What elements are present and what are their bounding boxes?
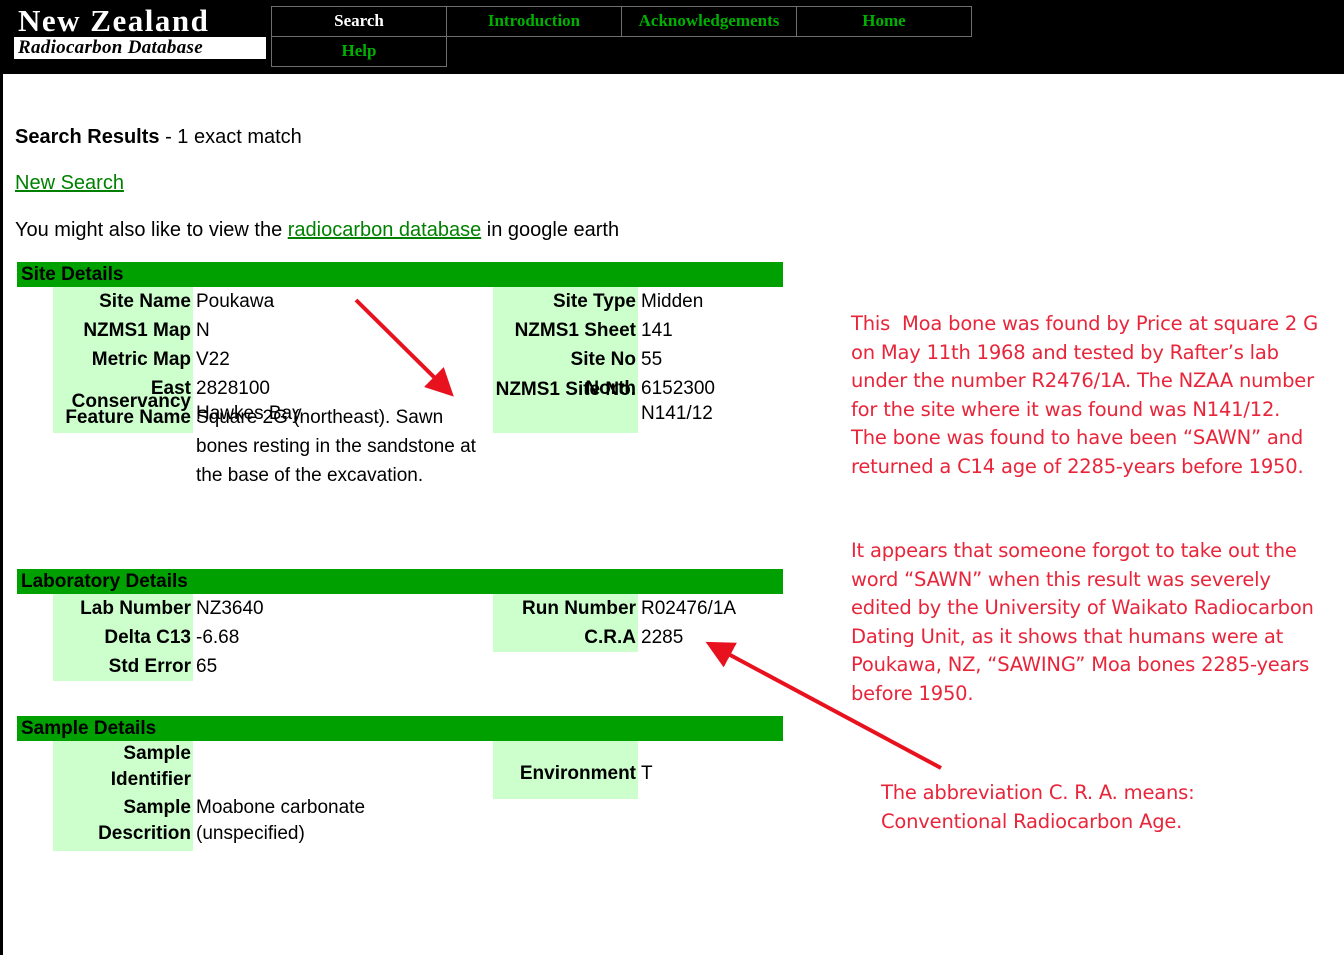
- main-navigation: Search Introduction Acknowledgements Hom…: [271, 6, 972, 67]
- field-sample-identifier: Sample Identifier: [53, 741, 493, 793]
- field-label: NZMS1 Map: [83, 320, 191, 341]
- field-sample-descrition: Sample Descrition Moabone carbonate (uns…: [53, 795, 493, 847]
- section-body-laboratory-details: Lab Number NZ3640 Delta C13 -6.68 Std Er…: [17, 594, 783, 681]
- field-conservancy: Conservancy Hawkes Bay: [53, 387, 302, 428]
- laboratory-left-column: Lab Number NZ3640 Delta C13 -6.68 Std Er…: [53, 594, 493, 681]
- site-logo: New Zealand Radiocarbon Database: [14, 5, 266, 61]
- field-label: Sample Identifier: [110, 743, 191, 790]
- field-value: NZ3640: [196, 598, 264, 619]
- field-label: Metric Map: [91, 349, 191, 370]
- section-body-sample-details: Sample Identifier Sample Descrition Moab…: [17, 741, 783, 851]
- field-value: -6.68: [196, 627, 240, 648]
- logo-title-line1: New Zealand: [18, 3, 210, 38]
- nav-item-help[interactable]: Help: [271, 36, 447, 67]
- logo-title-line2: Radiocarbon Database: [14, 37, 266, 59]
- page-root: New Zealand Radiocarbon Database Search …: [0, 0, 1344, 955]
- field-label: Conservancy: [71, 391, 191, 412]
- field-value: N141/12: [641, 403, 713, 424]
- search-results-count: 1 exact match: [177, 126, 302, 148]
- field-value: 55: [641, 349, 663, 370]
- field-lab-number: Lab Number NZ3640: [53, 594, 493, 623]
- field-value: Moabone carbonate (unspecified): [196, 797, 366, 844]
- field-nzms1-site-no: NZMS1 Site No. N141/12: [493, 377, 713, 428]
- site-header: New Zealand Radiocarbon Database Search …: [0, 0, 1344, 74]
- annotation-note-1: This Moa bone was found by Price at squa…: [851, 312, 1318, 478]
- field-std-error: Std Error 65: [53, 652, 493, 681]
- section-body-site-details: Site Name Poukawa NZMS1 Map N Metric Map…: [17, 287, 783, 486]
- section-header-site-details: Site Details: [17, 262, 783, 287]
- field-value: 65: [196, 656, 218, 677]
- field-label: NZMS1 Site No.: [495, 379, 636, 400]
- field-metric-map: Metric Map V22: [53, 345, 493, 374]
- field-cra: C.R.A 2285: [493, 623, 783, 652]
- field-nzms1-map: NZMS1 Map N: [53, 316, 493, 345]
- field-value: 2285: [641, 627, 684, 648]
- nav-spacer-2: [622, 37, 797, 67]
- field-label: Delta C13: [104, 627, 191, 648]
- nav-spacer-1: [447, 37, 622, 67]
- nav-item-introduction[interactable]: Introduction: [446, 6, 622, 37]
- field-label: Run Number: [522, 598, 636, 619]
- field-label: Site Name: [99, 291, 191, 312]
- annotation-note-3: The abbreviation C. R. A. means: Convent…: [881, 781, 1201, 833]
- new-search-link[interactable]: New Search: [15, 172, 124, 195]
- field-label: Environment: [519, 763, 636, 784]
- radiocarbon-database-link[interactable]: radiocarbon database: [288, 219, 481, 241]
- google-earth-prefix: You might also like to view the: [15, 219, 288, 241]
- sample-right-column: Environment T: [493, 741, 783, 788]
- field-label: Lab Number: [80, 598, 191, 619]
- sample-left-column: Sample Identifier Sample Descrition Moab…: [53, 741, 493, 847]
- nav-item-acknowledgements[interactable]: Acknowledgements: [621, 6, 797, 37]
- laboratory-right-column: Run Number R02476/1A C.R.A 2285: [493, 594, 783, 652]
- field-value: T: [641, 763, 653, 784]
- field-value: Hawkes Bay: [196, 403, 302, 424]
- field-label: C.R.A: [584, 627, 636, 648]
- field-value: N: [196, 320, 210, 341]
- field-label: Sample Descrition: [98, 797, 191, 844]
- field-value: 141: [641, 320, 673, 341]
- field-value: Midden: [641, 291, 704, 312]
- field-value: Poukawa: [196, 291, 275, 312]
- field-site-type: Site Type Midden: [493, 287, 783, 316]
- section-header-laboratory-details: Laboratory Details: [17, 569, 783, 594]
- nav-item-search[interactable]: Search: [271, 6, 447, 37]
- google-earth-line: You might also like to view the radiocar…: [15, 219, 619, 242]
- field-nzms1-sheet: NZMS1 Sheet 141: [493, 316, 783, 345]
- annotation-note-2: It appears that someone forgot to take o…: [851, 539, 1320, 705]
- field-run-number: Run Number R02476/1A: [493, 594, 783, 623]
- search-results-separator: -: [159, 126, 178, 148]
- section-header-sample-details: Sample Details: [17, 716, 783, 741]
- field-environment: Environment T: [493, 759, 783, 788]
- field-label: NZMS1 Sheet: [514, 320, 636, 341]
- nav-item-home[interactable]: Home: [796, 6, 972, 37]
- field-delta-c13: Delta C13 -6.68: [53, 623, 493, 652]
- search-results-title: Search Results: [15, 126, 160, 148]
- search-results-heading: Search Results - 1 exact match: [15, 126, 302, 149]
- field-label: Std Error: [108, 656, 191, 677]
- field-value: V22: [196, 349, 230, 370]
- google-earth-suffix: in google earth: [481, 219, 620, 241]
- field-label: Site Type: [552, 291, 636, 312]
- field-value: R02476/1A: [641, 598, 737, 619]
- nav-spacer-3: [797, 37, 972, 67]
- field-site-name: Site Name Poukawa: [53, 287, 493, 316]
- field-label: Site No: [570, 349, 636, 370]
- field-site-no: Site No 55: [493, 345, 783, 374]
